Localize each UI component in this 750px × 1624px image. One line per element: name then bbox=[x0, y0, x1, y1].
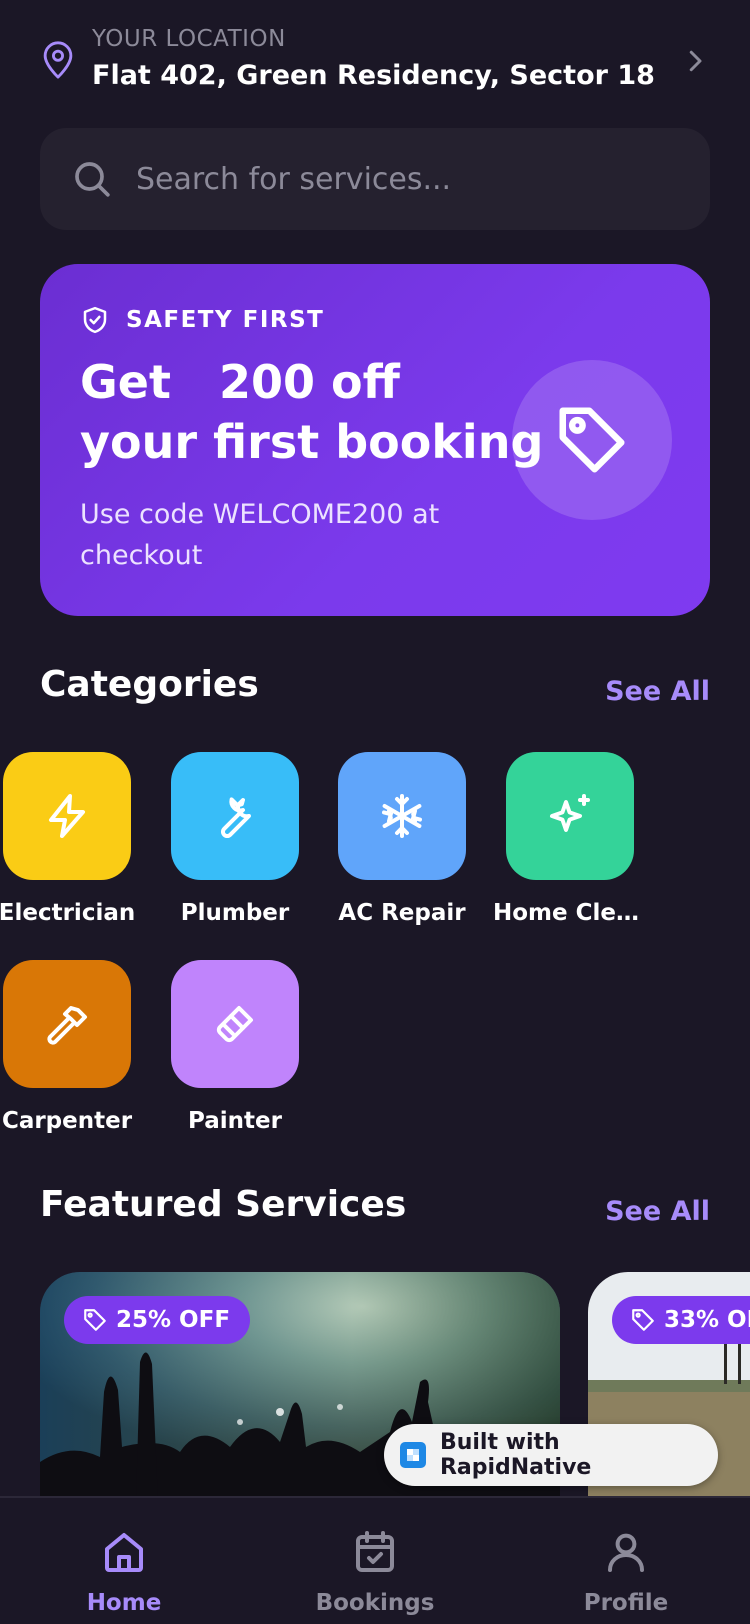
category-home-cleaning[interactable]: Home Cleaning bbox=[493, 752, 647, 962]
location-caption: YOUR LOCATION bbox=[92, 26, 286, 52]
chevron-right-icon[interactable] bbox=[680, 46, 710, 76]
category-carpenter[interactable]: Carpenter bbox=[0, 960, 134, 1170]
promo-title-line-2: your first booking bbox=[80, 415, 544, 469]
category-tile bbox=[3, 960, 131, 1088]
category-label: Painter bbox=[188, 1108, 282, 1134]
nav-item-bookings[interactable]: Bookings bbox=[285, 1498, 465, 1624]
lightning-bolt-icon bbox=[49, 794, 85, 838]
search-icon bbox=[75, 162, 110, 197]
category-tile bbox=[171, 960, 299, 1088]
discount-badge: 33% OFF bbox=[612, 1296, 750, 1344]
home-icon bbox=[105, 1533, 143, 1572]
category-tile bbox=[338, 752, 466, 880]
category-plumber[interactable]: Plumber bbox=[168, 752, 302, 962]
tag-icon bbox=[84, 1309, 106, 1331]
category-label: Home Cleaning bbox=[493, 900, 647, 926]
nav-item-home[interactable]: Home bbox=[34, 1498, 214, 1624]
category-label: Carpenter bbox=[1, 1108, 133, 1134]
wrench-icon bbox=[220, 797, 251, 839]
categories-see-all-link[interactable]: See All bbox=[605, 676, 710, 707]
category-ac-repair[interactable]: AC Repair bbox=[335, 752, 469, 962]
built-with-label: Built with RapidNative bbox=[439, 1430, 592, 1480]
discount-label: 33% OFF bbox=[664, 1307, 750, 1333]
category-tile bbox=[3, 752, 131, 880]
promo-subtitle: Use code WELCOME200 at checkout bbox=[80, 499, 440, 571]
built-with-badge[interactable]: Built with RapidNative bbox=[384, 1424, 718, 1486]
promo-badge-label: SAFETY FIRST bbox=[126, 307, 325, 333]
discount-label: 25% OFF bbox=[116, 1307, 231, 1333]
category-tile bbox=[171, 752, 299, 880]
rapidnative-logo-icon bbox=[400, 1442, 426, 1468]
search-input[interactable] bbox=[136, 156, 676, 202]
search-bar[interactable] bbox=[40, 128, 710, 230]
nav-label: Profile bbox=[583, 1590, 669, 1616]
sparkles-icon bbox=[550, 794, 590, 832]
snowflake-icon bbox=[382, 794, 422, 838]
tag-icon bbox=[559, 407, 625, 473]
featured-see-all-link[interactable]: See All bbox=[605, 1196, 710, 1227]
category-label: AC Repair bbox=[338, 900, 466, 926]
shield-check-icon bbox=[83, 306, 107, 334]
promo-icon-circle bbox=[512, 360, 672, 520]
category-label: Plumber bbox=[180, 900, 290, 926]
category-label: Electrician bbox=[0, 900, 136, 926]
discount-badge: 25% OFF bbox=[64, 1296, 251, 1344]
hammer-icon bbox=[47, 1006, 87, 1045]
promo-title: Get 200 off your first booking bbox=[80, 352, 550, 472]
promo-badge: SAFETY FIRST bbox=[80, 304, 324, 336]
user-icon bbox=[608, 1533, 644, 1572]
category-tile bbox=[506, 752, 634, 880]
category-painter[interactable]: Painter bbox=[168, 960, 302, 1170]
category-electrician[interactable]: Electrician bbox=[0, 752, 135, 962]
categories-title: Categories bbox=[40, 664, 259, 705]
promo-title-line-1: Get 200 off bbox=[80, 355, 400, 409]
location-header[interactable]: YOUR LOCATION Flat 402, Green Residency,… bbox=[40, 24, 710, 96]
bottom-navigation: Home Bookings Profile bbox=[0, 1496, 750, 1624]
nav-item-profile[interactable]: Profile bbox=[536, 1498, 716, 1624]
nav-label: Home bbox=[86, 1590, 162, 1616]
promo-banner[interactable]: SAFETY FIRST Get 200 off your first book… bbox=[40, 264, 710, 616]
location-address: Flat 402, Green Residency, Sector 18 bbox=[92, 60, 655, 91]
paintbrush-icon bbox=[216, 1006, 253, 1043]
calendar-check-icon bbox=[356, 1531, 394, 1572]
nav-label: Bookings bbox=[315, 1590, 435, 1616]
tag-icon bbox=[632, 1309, 654, 1331]
map-pin-icon bbox=[43, 41, 73, 79]
featured-services-title: Featured Services bbox=[40, 1184, 407, 1225]
